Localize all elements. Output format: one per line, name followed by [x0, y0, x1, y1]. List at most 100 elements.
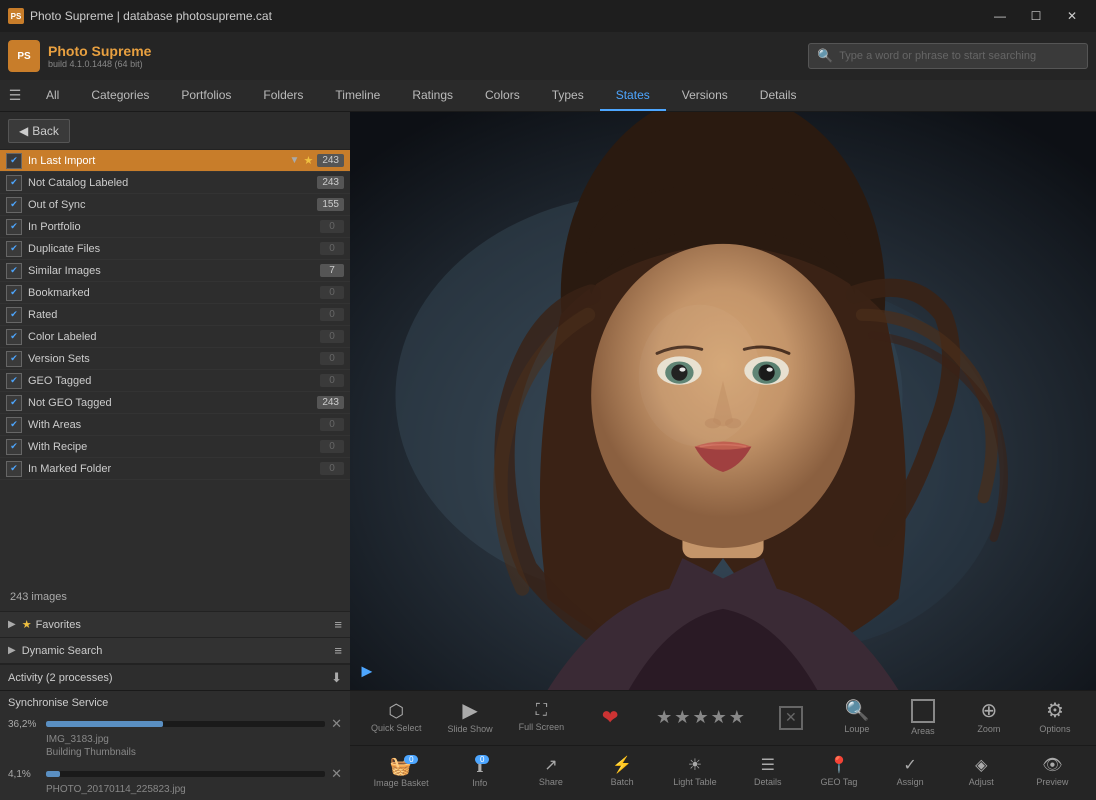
- state-count: 0: [320, 242, 344, 255]
- areas-label: Areas: [911, 726, 935, 736]
- right-panel: ► ⬡ Quick Select ▶ Slide Show ⛶ Full Scr…: [350, 112, 1096, 800]
- favorites-section[interactable]: ▶ ★ Favorites ≡: [0, 612, 350, 638]
- zoom-btn[interactable]: ⊕ Zoom: [961, 697, 1017, 738]
- state-checkbox: ✔: [6, 219, 22, 235]
- fullscreen-label: Full Screen: [519, 722, 565, 732]
- tab-types[interactable]: Types: [536, 80, 600, 111]
- batch-icon: ⚡: [612, 758, 632, 774]
- preview-btn[interactable]: 👁 Preview: [1024, 754, 1080, 791]
- progress-close-button[interactable]: ✕: [331, 716, 342, 732]
- main-area: ◀ Back ✔ In Last Import ▼ ★ 243 ✔ Not Ca…: [0, 112, 1096, 800]
- options-btn[interactable]: ⚙ Options: [1027, 697, 1083, 738]
- tab-portfolios[interactable]: Portfolios: [165, 80, 247, 111]
- menu-icon[interactable]: ≡: [334, 617, 342, 632]
- info-btn[interactable]: ℹ 0 Info: [452, 753, 508, 792]
- loupe-icon: 🔍: [844, 701, 869, 721]
- state-name: Duplicate Files: [28, 243, 320, 255]
- state-item-with-recipe[interactable]: ✔ With Recipe 0: [0, 436, 350, 458]
- bottom-toolbar: ⬡ Quick Select ▶ Slide Show ⛶ Full Scree…: [350, 690, 1096, 800]
- areas-icon: [911, 699, 935, 723]
- tab-versions[interactable]: Versions: [666, 80, 744, 111]
- star-3-icon[interactable]: ★: [692, 707, 708, 728]
- assign-label: Assign: [897, 777, 924, 787]
- state-item-in-portfolio[interactable]: ✔ In Portfolio 0: [0, 216, 350, 238]
- state-item-rated[interactable]: ✔ Rated 0: [0, 304, 350, 326]
- star-1-icon[interactable]: ★: [656, 707, 672, 728]
- toolbar-bottom-row: 🧺 0 Image Basket ℹ 0 Info ↗ Share: [350, 746, 1096, 800]
- logo-text: Photo Supreme build 4.1.0.1448 (64 bit): [48, 43, 151, 69]
- tab-ratings[interactable]: Ratings: [396, 80, 469, 111]
- geo-tag-icon: 📍: [829, 758, 849, 774]
- state-name: Not GEO Tagged: [28, 397, 317, 409]
- state-item-not-geo-tagged[interactable]: ✔ Not GEO Tagged 243: [0, 392, 350, 414]
- reject-btn[interactable]: ✕: [763, 702, 819, 734]
- tab-all[interactable]: All: [30, 80, 75, 111]
- minimize-button[interactable]: —: [984, 6, 1016, 26]
- state-item-version-sets[interactable]: ✔ Version Sets 0: [0, 348, 350, 370]
- reject-icon: ✕: [779, 706, 803, 730]
- expand-icon: ▶: [8, 645, 16, 656]
- state-item-not-catalog-labeled[interactable]: ✔ Not Catalog Labeled 243: [0, 172, 350, 194]
- state-checkbox: ✔: [6, 197, 22, 213]
- state-item-similar-images[interactable]: ✔ Similar Images 7: [0, 260, 350, 282]
- light-table-icon: ☀: [688, 758, 702, 774]
- star-5-icon[interactable]: ★: [729, 707, 745, 728]
- dynamic-search-section[interactable]: ▶ Dynamic Search ≡: [0, 638, 350, 664]
- nav-tabs: ☰ All Categories Portfolios Folders Time…: [0, 80, 1096, 112]
- state-item-color-labeled[interactable]: ✔ Color Labeled 0: [0, 326, 350, 348]
- state-item-duplicate-files[interactable]: ✔ Duplicate Files 0: [0, 238, 350, 260]
- tab-categories[interactable]: Categories: [75, 80, 165, 111]
- state-count: 243: [317, 176, 344, 189]
- progress-close-button[interactable]: ✕: [331, 766, 342, 782]
- star-4-icon[interactable]: ★: [711, 707, 727, 728]
- fullscreen-btn[interactable]: ⛶ Full Screen: [511, 699, 573, 736]
- image-basket-btn[interactable]: 🧺 0 Image Basket: [366, 753, 437, 792]
- batch-btn[interactable]: ⚡ Batch: [594, 754, 650, 791]
- state-item-in-marked-folder[interactable]: ✔ In Marked Folder 0: [0, 458, 350, 480]
- state-count: 0: [320, 418, 344, 431]
- state-item-with-areas[interactable]: ✔ With Areas 0: [0, 414, 350, 436]
- heart-btn[interactable]: ❤: [582, 701, 638, 734]
- share-btn[interactable]: ↗ Share: [523, 754, 579, 791]
- info-label: Info: [472, 778, 487, 788]
- state-item-out-of-sync[interactable]: ✔ Out of Sync 155: [0, 194, 350, 216]
- maximize-button[interactable]: ☐: [1020, 6, 1052, 26]
- hamburger-menu[interactable]: ☰: [0, 80, 30, 111]
- tab-colors[interactable]: Colors: [469, 80, 536, 111]
- progress-bar-bg: [46, 771, 325, 777]
- close-button[interactable]: ✕: [1056, 6, 1088, 26]
- back-button[interactable]: ◀ Back: [8, 119, 70, 143]
- state-name: Not Catalog Labeled: [28, 177, 317, 189]
- tab-states[interactable]: States: [600, 80, 666, 111]
- slideshow-btn[interactable]: ▶ Slide Show: [440, 697, 501, 738]
- loupe-btn[interactable]: 🔍 Loupe: [829, 697, 885, 738]
- light-table-btn[interactable]: ☀ Light Table: [665, 754, 724, 791]
- state-checkbox: ✔: [6, 395, 22, 411]
- tab-timeline[interactable]: Timeline: [319, 80, 396, 111]
- star-2-icon[interactable]: ★: [674, 707, 690, 728]
- state-checkbox: ✔: [6, 461, 22, 477]
- search-box[interactable]: 🔍 Type a word or phrase to start searchi…: [808, 43, 1088, 69]
- details-btn[interactable]: ☰ Details: [740, 754, 796, 791]
- quick-select-btn[interactable]: ⬡ Quick Select: [363, 698, 430, 737]
- tab-folders[interactable]: Folders: [247, 80, 319, 111]
- nav-arrow-icon[interactable]: ►: [358, 661, 376, 682]
- assign-btn[interactable]: ✓ Assign: [882, 754, 938, 791]
- adjust-btn[interactable]: ◈ Adjust: [953, 754, 1009, 791]
- state-item-geo-tagged[interactable]: ✔ GEO Tagged 0: [0, 370, 350, 392]
- light-table-label: Light Table: [673, 777, 716, 787]
- progress-pct: 4,1%: [8, 769, 40, 780]
- tab-details[interactable]: Details: [744, 80, 813, 111]
- state-checkbox: ✔: [6, 263, 22, 279]
- state-checkbox: ✔: [6, 307, 22, 323]
- zoom-label: Zoom: [977, 724, 1000, 734]
- geo-tag-btn[interactable]: 📍 GEO Tag: [811, 754, 867, 791]
- heart-icon: ❤: [602, 705, 619, 730]
- state-item-bookmarked[interactable]: ✔ Bookmarked 0: [0, 282, 350, 304]
- sync-label: Synchronise Service: [8, 697, 108, 709]
- menu-icon[interactable]: ≡: [334, 643, 342, 658]
- download-icon[interactable]: ⬇: [331, 670, 342, 686]
- state-item-in-last-import[interactable]: ✔ In Last Import ▼ ★ 243: [0, 150, 350, 172]
- progress-bar-bg: [46, 721, 325, 727]
- areas-btn[interactable]: Areas: [895, 695, 951, 740]
